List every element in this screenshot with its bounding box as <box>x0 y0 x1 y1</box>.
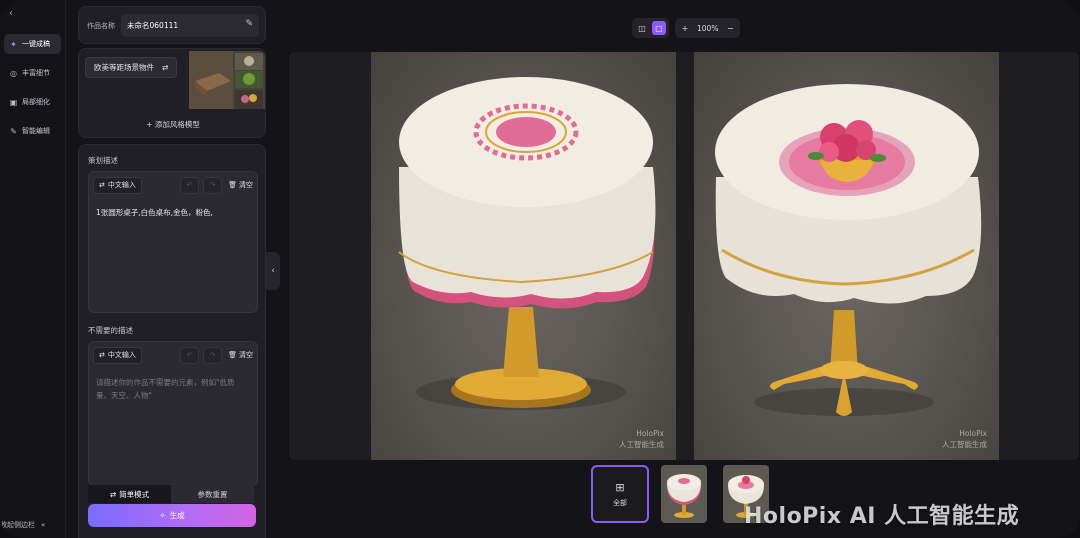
name-field[interactable]: 未命名060111 ✎ <box>121 14 259 37</box>
watermark-line1: HoloPix <box>636 429 664 438</box>
thumbnail-strip: ⊞ 全部 <box>591 465 769 525</box>
canvas: HoloPix 人工智能生成 HoloPix 人工智能生成 <box>289 52 1079 460</box>
generate-button[interactable]: ✧ 生成 <box>88 504 256 527</box>
generate-label: 生成 <box>169 511 185 520</box>
view-toolbar: ◫ ▢ + 100% − <box>632 18 741 38</box>
swap-icon: ⇄ <box>99 351 105 359</box>
add-style-label: 添加风格模型 <box>154 120 200 129</box>
tab-simple-mode[interactable]: ⇄ 简单模式 <box>88 485 171 503</box>
image-watermark: HoloPix 人工智能生成 <box>942 428 987 450</box>
swap-icon: ⇄ <box>109 489 117 499</box>
collapse-label: 收起侧边栏 <box>0 521 35 529</box>
prompt-title: 策划描述 <box>88 156 118 165</box>
collapse-sidebar-button[interactable]: 收起侧边栏 « <box>0 520 45 530</box>
description-card: 策划描述 ⇄ 中文输入 ↶ ↷ 🗑 清空 1张圆形桌子,白色桌布,金色，粉色, <box>78 144 266 538</box>
rail-item-one-click[interactable]: ✦ 一键成稿 <box>4 34 61 54</box>
single-view-icon[interactable]: ▢ <box>652 21 666 35</box>
negative-toolbar: ⇄ 中文输入 ↶ ↷ 🗑 清空 <box>93 346 253 364</box>
thumbnail-1[interactable] <box>661 465 707 523</box>
cn-input-button[interactable]: ⇄ 中文输入 <box>93 176 142 194</box>
prompt-box[interactable]: ⇄ 中文输入 ↶ ↷ 🗑 清空 1张圆形桌子,白色桌布,金色，粉色, <box>88 171 258 313</box>
clear-label: 清空 <box>239 181 253 189</box>
rail-item-region[interactable]: ▣ 局部细化 <box>4 92 61 112</box>
pen-icon: ✎ <box>10 126 17 136</box>
split-view-icon[interactable]: ◫ <box>635 21 649 35</box>
sparkle-icon: ✦ <box>10 39 17 49</box>
name-card: 作品名称 未命名060111 ✎ <box>78 6 266 44</box>
watermark-line1: HoloPix <box>959 429 987 438</box>
style-model-card: 欧美等距场景物件 ⇄ + 添加风格模型 <box>78 48 266 138</box>
image-watermark: HoloPix 人工智能生成 <box>619 428 664 450</box>
rail-item-label: 局部细化 <box>22 98 50 106</box>
region-icon: ▣ <box>9 97 18 107</box>
trash-icon: 🗑 <box>228 351 237 359</box>
double-chevron-left-icon: « <box>41 521 46 529</box>
tab-reset-params[interactable]: 参数重置 <box>171 485 254 503</box>
brand-watermark: HoloPix AI 人工智能生成 <box>744 504 1020 529</box>
layout-toggle-group: ◫ ▢ <box>632 18 669 38</box>
trash-icon: 🗑 <box>228 181 237 189</box>
swap-icon[interactable]: ⇄ <box>162 63 168 72</box>
name-value: 未命名060111 <box>127 21 179 30</box>
negative-prompt-box[interactable]: ⇄ 中文输入 ↶ ↷ 🗑 清空 请描述你的作品不需要的元素，例如"低质量、天空、… <box>88 341 258 486</box>
watermark-line2: 人工智能生成 <box>942 440 987 449</box>
tab-label: 参数重置 <box>197 489 228 499</box>
negative-title: 不需要的描述 <box>88 326 133 335</box>
clear-label: 清空 <box>239 351 253 359</box>
cn-input-label: 中文输入 <box>107 351 136 359</box>
prompt-text[interactable]: 1张圆形桌子,白色桌布,金色，粉色, <box>96 206 249 220</box>
watermark-line2: 人工智能生成 <box>619 440 664 449</box>
cn-input-label: 中文输入 <box>107 181 136 189</box>
thumb-all-button[interactable]: ⊞ 全部 <box>591 465 649 523</box>
result-image-1[interactable]: HoloPix 人工智能生成 <box>371 52 676 460</box>
back-chevron-icon[interactable]: ‹ <box>9 8 13 19</box>
rail-item-label: 智能编辑 <box>22 127 50 135</box>
name-label: 作品名称 <box>87 22 115 30</box>
style-tag-button[interactable]: 欧美等距场景物件 ⇄ <box>85 57 178 78</box>
redo-icon[interactable]: ↷ <box>203 176 223 194</box>
redo-icon[interactable]: ↷ <box>203 346 223 364</box>
thumb-all-label: 全部 <box>613 498 627 507</box>
zoom-level: 100% <box>697 23 719 33</box>
mode-tabs: ⇄ 简单模式 参数重置 <box>88 485 254 503</box>
style-preview-image <box>189 51 265 109</box>
zoom-group: + 100% − <box>675 18 741 38</box>
tab-label: 简单模式 <box>119 489 150 499</box>
plus-icon: + <box>146 120 155 129</box>
swap-icon: ⇄ <box>99 181 105 189</box>
round-table-flowers-image <box>715 84 982 416</box>
add-style-button[interactable]: + 添加风格模型 <box>79 119 267 130</box>
round-table-image <box>398 77 656 410</box>
zoom-out-icon[interactable]: − <box>723 21 737 35</box>
rail-item-label: 一键成稿 <box>22 40 50 48</box>
left-rail: ‹ ✦ 一键成稿 ◎ 丰富细节 ▣ 局部细化 ✎ 智能编辑 收起侧边栏 « <box>0 0 66 538</box>
style-preview-collage <box>189 51 265 109</box>
enrich-icon: ◎ <box>10 68 17 78</box>
zoom-in-icon[interactable]: + <box>678 21 692 35</box>
rail-item-label: 丰富细节 <box>22 69 50 77</box>
app-window: ‹ ✦ 一键成稿 ◎ 丰富细节 ▣ 局部细化 ✎ 智能编辑 收起侧边栏 « 作品名… <box>0 0 1080 538</box>
chevron-left-icon: ‹ <box>271 266 275 276</box>
clear-button[interactable]: 🗑 清空 <box>228 350 253 360</box>
result-image-2[interactable]: HoloPix 人工智能生成 <box>694 52 999 460</box>
grid-icon: ⊞ <box>615 480 625 494</box>
negative-placeholder[interactable]: 请描述你的作品不需要的元素，例如"低质量、天空、人物" <box>96 376 247 402</box>
edit-icon[interactable]: ✎ <box>245 19 253 29</box>
rail-item-enrich[interactable]: ◎ 丰富细节 <box>4 63 61 83</box>
prompt-toolbar: ⇄ 中文输入 ↶ ↷ 🗑 清空 <box>93 176 253 194</box>
undo-icon[interactable]: ↶ <box>180 176 200 194</box>
cn-input-button[interactable]: ⇄ 中文输入 <box>93 346 142 364</box>
sparkle-icon: ✧ <box>159 511 166 520</box>
undo-icon[interactable]: ↶ <box>180 346 200 364</box>
style-tag-label: 欧美等距场景物件 <box>94 63 154 72</box>
thumbnail-table-image <box>661 465 707 523</box>
clear-button[interactable]: 🗑 清空 <box>228 180 253 190</box>
rail-item-edit[interactable]: ✎ 智能编辑 <box>4 121 61 141</box>
settings-panel: 作品名称 未命名060111 ✎ 欧美等距场景物件 ⇄ + 添加风格模型 策划描… <box>78 0 268 538</box>
collapse-panel-handle[interactable]: ‹ <box>266 252 280 290</box>
